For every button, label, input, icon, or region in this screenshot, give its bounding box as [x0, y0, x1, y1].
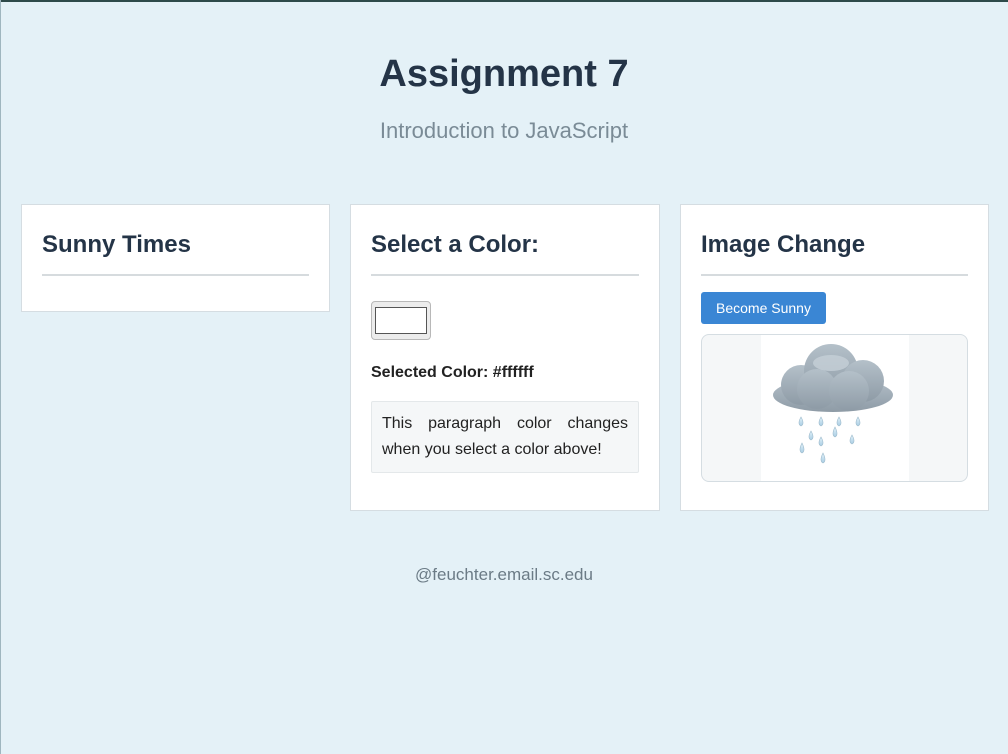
image-change-card: Image Change Become Sunny — [680, 204, 989, 511]
card-divider — [371, 274, 639, 276]
selected-color-label: Selected Color: #ffffff — [371, 364, 534, 381]
sunny-times-card: Sunny Times — [21, 204, 330, 312]
page-header: Assignment 7 Introduction to JavaScript — [0, 0, 1008, 145]
weather-image-frame — [701, 334, 968, 482]
weather-image — [760, 335, 909, 481]
become-sunny-button[interactable]: Become Sunny — [701, 292, 826, 324]
rain-cloud-icon — [772, 344, 893, 464]
page-subtitle: Introduction to JavaScript — [379, 118, 629, 143]
card-divider — [42, 274, 309, 276]
sunny-times-title: Sunny Times — [42, 231, 191, 258]
color-picker-input[interactable] — [371, 301, 431, 340]
select-color-title: Select a Color: — [371, 231, 540, 258]
card-divider — [701, 274, 968, 276]
select-color-card: Select a Color: Selected Color: #ffffff … — [350, 204, 660, 511]
card-row: Sunny Times Select a Color: Selected Col… — [21, 204, 989, 514]
page-title: Assignment 7 — [379, 53, 629, 95]
image-change-title: Image Change — [701, 231, 866, 258]
color-changing-paragraph: This paragraph color changes when you se… — [371, 401, 639, 473]
color-swatch[interactable] — [375, 307, 427, 334]
window-top-border — [0, 0, 1008, 2]
footer-email: @feuchter.email.sc.edu — [415, 565, 593, 584]
window-left-border — [0, 0, 1, 754]
